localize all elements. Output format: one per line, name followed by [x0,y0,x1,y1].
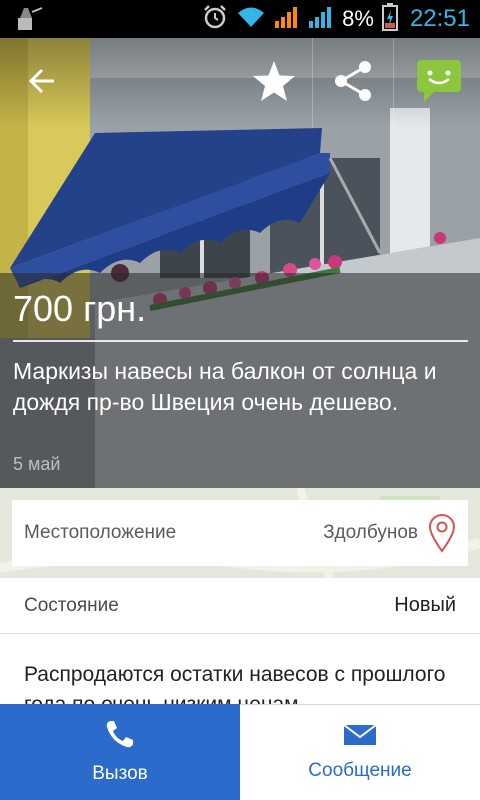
battery-charging-icon [381,3,398,35]
favorite-button[interactable] [246,38,302,128]
back-arrow-icon [28,67,56,99]
action-bar: Вызов Сообщение [0,704,480,800]
condition-label: Состояние [24,594,119,616]
message-label: Сообщение [308,759,412,781]
listing-price: 700 грн. [13,288,147,329]
share-icon [333,59,373,107]
phone-icon [105,719,135,753]
share-button[interactable] [312,38,394,128]
envelope-icon [343,723,377,750]
signal-icon [308,5,334,33]
toolbar [0,38,480,128]
wifi-icon [236,5,266,33]
listing-date: 5 май [13,454,61,474]
back-button[interactable] [14,38,70,128]
signal-icon [274,5,300,33]
listing-title: Маркизы навесы на балкон от солнца и дож… [13,358,437,415]
call-label: Вызов [92,763,148,784]
location-value: Здолбунов [323,522,418,543]
condition-row: Состояние Новый [0,578,480,634]
call-button[interactable]: Вызов [0,704,240,800]
chat-icon [416,59,462,107]
battery-percent: 8% [342,6,374,31]
location-row[interactable]: Местоположение Здолбунов [12,500,468,566]
star-icon [252,60,296,106]
location-label: Местоположение [24,522,177,543]
map-pin-icon [428,513,456,553]
alarm-icon [202,4,228,34]
price-divider [13,340,468,342]
message-button[interactable]: Сообщение [240,704,480,800]
chat-button[interactable] [404,38,474,128]
status-bar: 8% 22:51 [0,0,480,38]
condition-value: Новый [394,594,456,616]
clock: 22:51 [409,5,470,32]
cleaner-icon [14,6,44,32]
